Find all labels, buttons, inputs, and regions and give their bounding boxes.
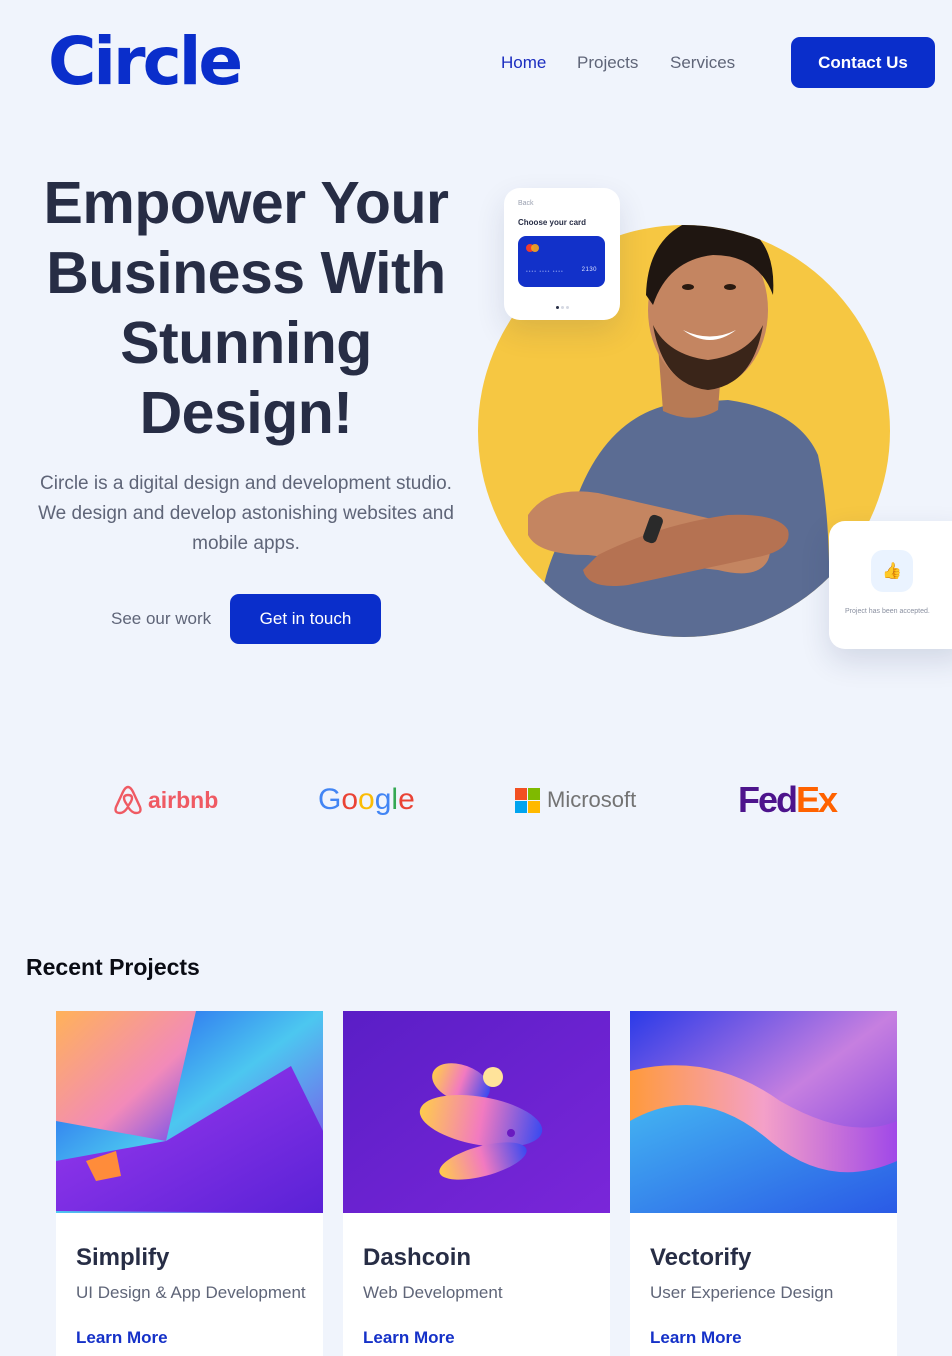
thumbs-up-icon: 👍 xyxy=(871,550,913,592)
see-our-work-link[interactable]: See our work xyxy=(111,608,211,630)
project-category: UI Design & App Development xyxy=(76,1283,306,1302)
card-last-digits: 2130 xyxy=(581,267,597,273)
fedex-ex-text: Ex xyxy=(796,779,838,820)
project-category: User Experience Design xyxy=(650,1283,834,1302)
get-in-touch-button[interactable]: Get in touch xyxy=(230,594,381,644)
google-letter: g xyxy=(374,783,392,816)
card-pager xyxy=(556,306,569,309)
back-link[interactable]: Back xyxy=(518,200,534,207)
nav-home[interactable]: Home xyxy=(501,52,546,74)
microsoft-square xyxy=(515,800,527,813)
learn-more-link[interactable]: Learn More xyxy=(76,1327,168,1349)
logo[interactable]: Circle xyxy=(48,26,243,98)
google-letter: o xyxy=(341,783,359,816)
project-card-simplify[interactable]: Simplify UI Design & App Development Lea… xyxy=(56,1011,323,1356)
project-category: Web Development xyxy=(363,1283,503,1302)
card-number-mask: •••• •••• •••• xyxy=(526,269,564,275)
project-name: Vectorify xyxy=(650,1244,752,1271)
mastercard-icon-overlap xyxy=(531,244,539,252)
google-letter: o xyxy=(358,783,375,816)
airbnb-icon xyxy=(114,785,142,815)
choose-card-popup: Back Choose your card •••• •••• •••• 213… xyxy=(504,188,620,320)
hero-description: Circle is a digital design and developme… xyxy=(38,473,454,554)
project-card-vectorify[interactable]: Vectorify User Experience Design Learn M… xyxy=(630,1011,897,1356)
hero-title: Empower Your Business With Stunning Desi… xyxy=(43,170,449,446)
project-image-simplify xyxy=(56,1011,323,1213)
microsoft-icon xyxy=(515,787,540,813)
microsoft-logo: Microsoft xyxy=(515,780,636,820)
recent-projects-title: Recent Projects xyxy=(26,954,200,980)
airbnb-text: airbnb xyxy=(148,786,219,813)
project-name: Simplify xyxy=(76,1244,170,1271)
microsoft-square xyxy=(515,787,527,800)
learn-more-link[interactable]: Learn More xyxy=(650,1327,742,1349)
nav-projects[interactable]: Projects xyxy=(577,52,638,74)
credit-card[interactable]: •••• •••• •••• 2130 xyxy=(518,236,605,287)
choose-card-label: Choose your card xyxy=(518,218,587,227)
project-image-vectorify xyxy=(630,1011,897,1213)
learn-more-link[interactable]: Learn More xyxy=(363,1327,455,1349)
project-accepted-popup: 👍 Project has been accepted. xyxy=(829,521,952,649)
microsoft-square xyxy=(528,800,540,813)
nav-services[interactable]: Services xyxy=(670,52,735,74)
project-accepted-message: Project has been accepted. xyxy=(845,608,930,615)
microsoft-square xyxy=(528,787,540,800)
contact-us-button[interactable]: Contact Us xyxy=(791,37,935,88)
google-logo: Google xyxy=(318,780,415,820)
google-letter: G xyxy=(318,783,342,816)
microsoft-text: Microsoft xyxy=(547,787,637,812)
project-card-dashcoin[interactable]: Dashcoin Web Development Learn More xyxy=(343,1011,610,1356)
fedex-fed-text: Fed xyxy=(738,779,798,820)
project-image-dashcoin xyxy=(343,1011,610,1213)
fedex-logo: Fed Ex xyxy=(738,779,838,820)
project-name: Dashcoin xyxy=(363,1244,472,1271)
airbnb-logo: airbnb xyxy=(112,780,218,820)
google-letter: l xyxy=(391,783,399,816)
google-letter: e xyxy=(398,783,415,816)
